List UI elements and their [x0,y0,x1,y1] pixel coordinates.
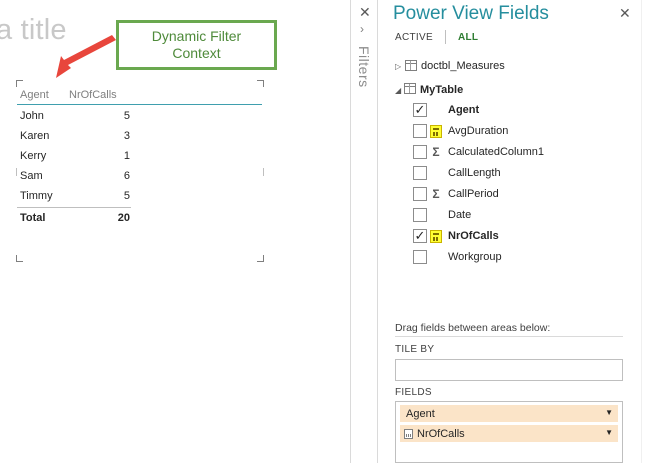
field-name[interactable]: CallPeriod [448,188,499,200]
sigma-icon: Σ [432,145,440,159]
field-name[interactable]: Agent [448,104,479,116]
checkbox[interactable] [413,187,427,201]
field-row-calllength[interactable]: CallLength [413,164,623,182]
checkbox[interactable] [413,208,427,222]
divider [395,336,623,337]
area-item-label: Agent [406,408,435,420]
report-canvas[interactable]: a title Dynamic Filter Context Agent NrO… [0,0,350,463]
nrofcalls-cell: 5 [123,110,130,122]
field-name[interactable]: AvgDuration [448,125,508,137]
scrollbar[interactable] [641,0,650,463]
tab-divider [445,30,446,44]
power-view-fields-pane: Power View Fields ✕ ACTIVE ALL ▷ doctbl_… [378,0,641,463]
collapse-arrow-icon[interactable]: ◢ [395,86,401,95]
dropdown-arrow-icon[interactable]: ▼ [605,408,613,417]
table-name[interactable]: MyTable [420,84,463,96]
nrofcalls-cell: 3 [123,130,130,142]
close-icon[interactable]: ✕ [619,5,631,22]
table-body: John 5 Karen 3 Kerry 1 Sam 6 Timmy 5 [17,105,262,205]
field-row-calculatedcolumn1[interactable]: Σ CalculatedColumn1 [413,143,623,161]
tile-by-label: TILE BY [395,344,435,355]
red-arrow-icon [56,35,116,78]
field-row-nrofcalls[interactable]: ✓ NrOfCalls [413,227,623,245]
table-row[interactable]: John 5 [17,105,262,125]
pane-title: Power View Fields [393,3,549,24]
chevron-right-icon[interactable]: › [360,22,364,36]
table-row[interactable]: Karen 3 [17,125,262,145]
visual-corner-bottom-left[interactable] [16,255,23,262]
field-row-agent[interactable]: ✓ Agent [413,101,623,119]
table-header: Agent NrOfCalls [17,88,262,105]
callout-line-2: Context [172,45,221,61]
tile-by-drop-area[interactable] [395,359,623,381]
checkbox-checked[interactable]: ✓ [413,103,427,117]
nrofcalls-cell: 5 [123,190,130,202]
nrofcalls-cell: 1 [123,150,130,162]
expand-arrow-icon[interactable]: ▷ [395,62,401,71]
field-name[interactable]: NrOfCalls [448,230,499,242]
field-name[interactable]: Date [448,209,471,221]
table-total-row: Total 20 [17,207,131,227]
fields-area-item-agent[interactable]: Agent ▼ [400,405,618,422]
total-label: Total [20,212,46,224]
column-header-agent[interactable]: Agent [20,89,49,101]
column-header-nrofcalls[interactable]: NrOfCalls [69,89,117,101]
table-row[interactable]: Sam 6 [17,165,262,185]
field-name[interactable]: CalculatedColumn1 [448,146,544,158]
checkbox[interactable] [413,145,427,159]
calculator-icon [430,230,442,243]
checkbox[interactable] [413,250,427,264]
field-name[interactable]: Workgroup [448,251,502,263]
field-name[interactable]: CallLength [448,167,501,179]
agent-cell: Kerry [20,150,47,162]
table-visual[interactable]: Agent NrOfCalls John 5 Karen 3 Kerry 1 Sam 6 Tim… [17,88,262,227]
visual-corner-bottom-right[interactable] [257,255,264,262]
field-row-workgroup[interactable]: Workgroup [413,248,623,266]
table-row[interactable]: Kerry 1 [17,145,262,165]
field-row-date[interactable]: Date [413,206,623,224]
table-name[interactable]: doctbl_Measures [421,60,505,72]
close-icon[interactable]: ✕ [359,4,371,21]
visual-edge-handle-right[interactable] [263,168,264,176]
visual-corner-top-right[interactable] [257,80,264,87]
dropdown-arrow-icon[interactable]: ▼ [605,428,613,437]
calculator-icon [404,429,413,439]
callout-line-1: Dynamic Filter [151,28,242,44]
agent-cell: John [20,110,44,122]
filters-pane[interactable]: ✕ › Filters [350,0,378,463]
nrofcalls-cell: 6 [123,170,130,182]
table-row[interactable]: Timmy 5 [17,185,262,205]
tab-all[interactable]: ALL [458,32,478,43]
fields-area-item-nrofcalls[interactable]: NrOfCalls ▼ [400,425,618,442]
total-value: 20 [117,212,130,224]
checkbox[interactable] [413,166,427,180]
agent-cell: Karen [20,130,50,142]
calculator-icon [430,125,442,138]
table-icon [404,83,416,94]
checkbox[interactable] [413,124,427,138]
annotation-callout: Dynamic Filter Context [116,20,277,70]
area-item-label: NrOfCalls [417,428,465,440]
sigma-icon: Σ [432,187,440,201]
drag-hint-text: Drag fields between areas below: [395,322,551,334]
filters-label[interactable]: Filters [356,46,372,88]
fields-drop-area[interactable]: Agent ▼ NrOfCalls ▼ [395,401,623,463]
visual-corner-top-left[interactable] [16,80,23,87]
field-row-callperiod[interactable]: Σ CallPeriod [413,185,623,203]
field-row-avgduration[interactable]: AvgDuration [413,122,623,140]
tab-active[interactable]: ACTIVE [395,32,433,43]
agent-cell: Sam [20,170,43,182]
agent-cell: Timmy [20,190,53,202]
table-icon [405,60,417,71]
checkbox-checked[interactable]: ✓ [413,229,427,243]
fields-area-label: FIELDS [395,387,432,398]
